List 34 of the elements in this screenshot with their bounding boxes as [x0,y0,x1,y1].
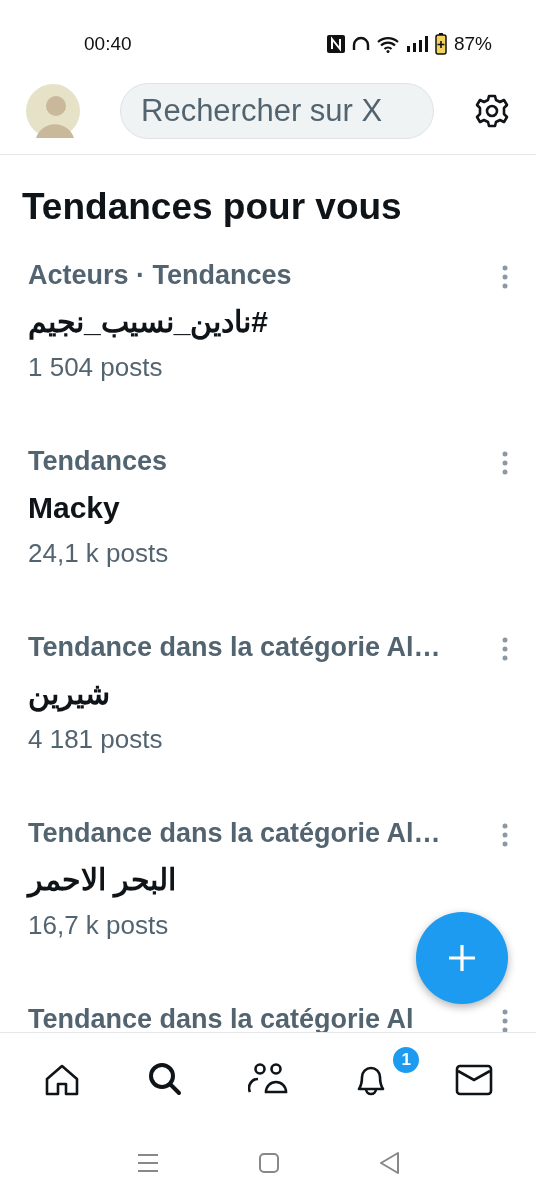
settings-icon[interactable] [474,93,510,129]
headphones-icon [351,36,370,52]
signal-icon [405,36,428,52]
section-title: Tendances pour vous [22,185,403,229]
home-button-icon[interactable] [259,1152,279,1173]
plus-icon [446,942,478,974]
battery-percentage: 87% [453,31,492,56]
trend-post-count: 16,7 k posts [28,908,170,942]
more-options-icon[interactable] [502,265,508,290]
more-options-icon[interactable] [502,637,508,662]
compose-button[interactable] [416,912,508,1004]
notification-badge: 1 [391,1045,422,1075]
nfc-icon [326,35,345,53]
more-options-icon[interactable] [502,451,508,476]
trend-category: Tendance dans la catégorie Al… [28,630,442,664]
trend-post-count: 24,1 k posts [28,536,170,570]
trend-name[interactable]: شيرين [28,668,110,719]
trend-post-count: 4 181 posts [28,722,164,756]
recent-apps-icon[interactable] [137,1152,159,1173]
trend-name[interactable]: Macky [28,482,120,533]
trend-name[interactable]: #نادين_نسيب_نجيم [28,296,269,347]
battery-icon [434,33,447,55]
more-options-icon[interactable] [502,823,508,848]
trend-category: Tendances [28,444,169,478]
trend-post-count: 1 504 posts [28,350,164,384]
avatar-icon[interactable] [26,84,80,138]
trend-category: Tendance dans la catégorie Al… [28,816,442,850]
back-icon[interactable] [379,1151,399,1174]
search-field[interactable]: Rechercher sur X [120,83,434,139]
trend-category: Acteurs · Tendances [28,258,293,292]
wifi-icon [376,35,399,53]
more-options-icon[interactable] [502,1009,508,1032]
trend-name[interactable]: البحر الاحمر [28,854,177,905]
clock-time: 00:40 [84,31,132,56]
